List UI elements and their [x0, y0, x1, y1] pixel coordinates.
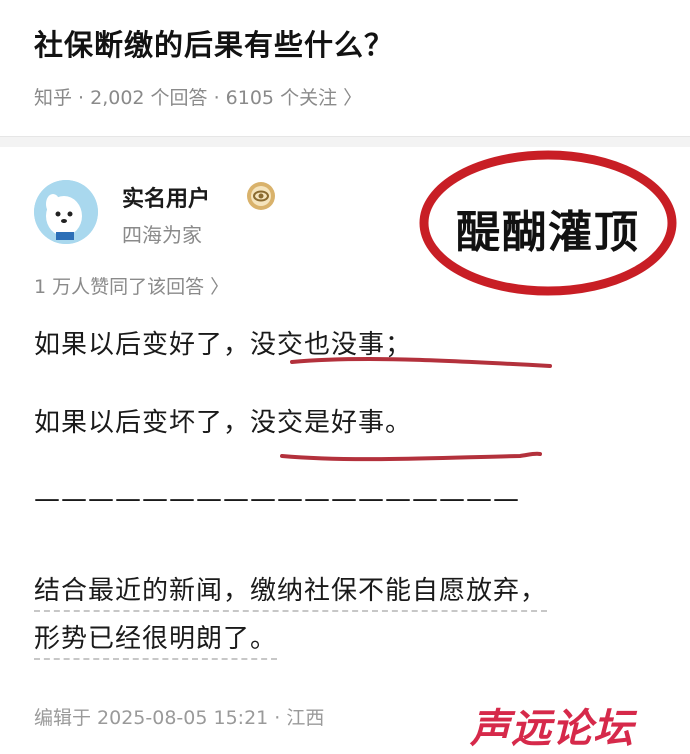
edit-info: 编辑于 2025-08-05 15:21 · 江西: [34, 707, 325, 729]
answer-line-2-highlight: 没交是好事。: [250, 408, 413, 438]
author-bio: 四海为家: [122, 223, 202, 247]
question-meta[interactable]: 知乎 · 2,002 个回答 · 6105 个关注 〉: [34, 83, 362, 110]
answer-line-3: 结合最近的新闻，缴纳社保不能自愿放弃，: [34, 570, 548, 612]
author-name[interactable]: 实名用户: [122, 181, 210, 213]
answer-line-1: 如果以后变好了，没交也没事；: [34, 324, 412, 361]
answer-line-2: 如果以后变坏了，没交是好事。: [34, 402, 412, 439]
answer-line-1-text: 如果以后变好了，: [34, 330, 251, 360]
answer-line-4: 形势已经很明朗了。: [34, 618, 278, 660]
verify-badge-icon: [246, 181, 276, 211]
question-title[interactable]: 社保断缴的后果有些什么？: [34, 22, 394, 64]
watermark: 声远论坛: [470, 706, 634, 752]
avatar[interactable]: [34, 180, 98, 244]
separator-line: ——————————————————: [34, 484, 520, 514]
answer-line-2-text: 如果以后变坏了，: [34, 408, 251, 438]
answer-line-1-highlight: 没交也没事；: [250, 330, 413, 360]
upvote-summary[interactable]: 1 万人赞同了该回答 〉: [34, 272, 229, 299]
answer-line-3-text: 结合最近的新闻，缴纳社保不能自愿放弃，: [34, 576, 548, 612]
stamp-text: 醍醐灌顶: [456, 207, 640, 258]
answer-line-4-text: 形势已经很明朗了。: [34, 624, 278, 660]
section-divider: [0, 136, 690, 147]
